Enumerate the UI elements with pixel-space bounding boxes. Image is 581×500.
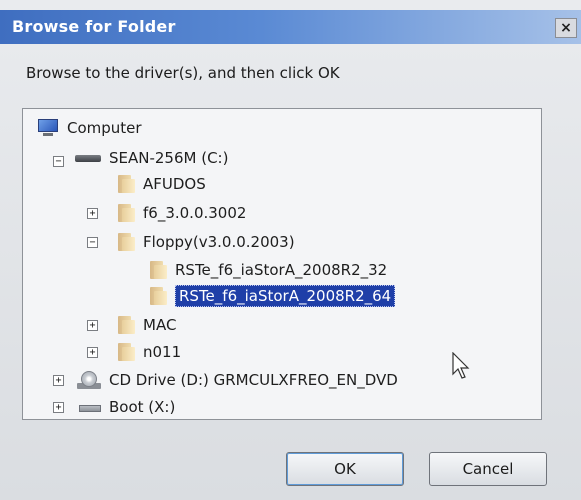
instruction-text: Browse to the driver(s), and then click … [26, 64, 340, 82]
tree-item-mac[interactable]: MAC [115, 314, 176, 336]
folder-icon [115, 232, 137, 252]
selected-tree-item-label: RSTe_f6_iaStorA_2008R2_64 [175, 285, 396, 307]
tree-item-boot[interactable]: Boot (X:) [77, 396, 175, 418]
folder-icon [115, 174, 137, 194]
tree-item-f6[interactable]: f6_3.0.0.3002 [115, 202, 246, 224]
tree-item-rste-32[interactable]: RSTe_f6_iaStorA_2008R2_32 [147, 259, 387, 281]
tree-item-label: CD Drive (D:) GRMCULXFREO_EN_DVD [109, 371, 398, 389]
tree-item-label: Floppy(v3.0.0.2003) [143, 233, 295, 251]
tree-item-rste-64[interactable]: RSTe_f6_iaStorA_2008R2_64 [147, 285, 396, 307]
computer-icon [35, 119, 61, 137]
tree-item-label: f6_3.0.0.3002 [143, 204, 247, 222]
cancel-button[interactable]: Cancel [429, 452, 547, 486]
tree-item-floppy[interactable]: Floppy(v3.0.0.2003) [115, 231, 295, 253]
tree-item-label: AFUDOS [143, 175, 206, 193]
mouse-cursor-icon [452, 352, 470, 379]
browse-for-folder-dialog: Browse for Folder × Browse to the driver… [0, 0, 581, 500]
collapse-toggle-drive-c[interactable]: − [53, 156, 64, 167]
expand-toggle-boot[interactable]: + [53, 402, 64, 413]
tree-item-label: Boot (X:) [109, 398, 176, 416]
cd-drive-icon [77, 370, 103, 390]
dialog-title: Browse for Folder [12, 17, 176, 36]
tree-item-label: RSTe_f6_iaStorA_2008R2_32 [175, 261, 388, 279]
tree-item-label: MAC [143, 316, 177, 334]
tree-item-drive-c[interactable]: SEAN-256M (C:) [73, 147, 228, 169]
expand-toggle-n011[interactable]: + [87, 347, 98, 358]
tree-item-n011[interactable]: n011 [115, 341, 181, 363]
collapse-toggle-floppy[interactable]: − [87, 237, 98, 248]
folder-icon [115, 342, 137, 362]
hard-drive-icon [73, 151, 103, 165]
folder-icon [115, 203, 137, 223]
tree-item-label: SEAN-256M (C:) [109, 149, 229, 167]
tree-item-cd-drive[interactable]: CD Drive (D:) GRMCULXFREO_EN_DVD [77, 369, 398, 391]
folder-icon [115, 315, 137, 335]
expand-toggle-f6[interactable]: + [87, 208, 98, 219]
tree-item-afudos[interactable]: AFUDOS [115, 173, 206, 195]
tree-item-label: Computer [67, 119, 142, 137]
close-button[interactable]: × [555, 18, 577, 38]
expand-toggle-mac[interactable]: + [87, 320, 98, 331]
folder-icon [147, 260, 169, 280]
folder-icon [147, 286, 169, 306]
tree-item-label: n011 [143, 343, 182, 361]
ok-button[interactable]: OK [286, 452, 404, 486]
title-bar[interactable]: Browse for Folder × [0, 10, 581, 44]
tree-item-computer[interactable]: Computer [35, 117, 142, 139]
removable-drive-icon [77, 400, 103, 414]
close-icon: × [560, 20, 572, 36]
expand-toggle-cd-drive[interactable]: + [53, 375, 64, 386]
